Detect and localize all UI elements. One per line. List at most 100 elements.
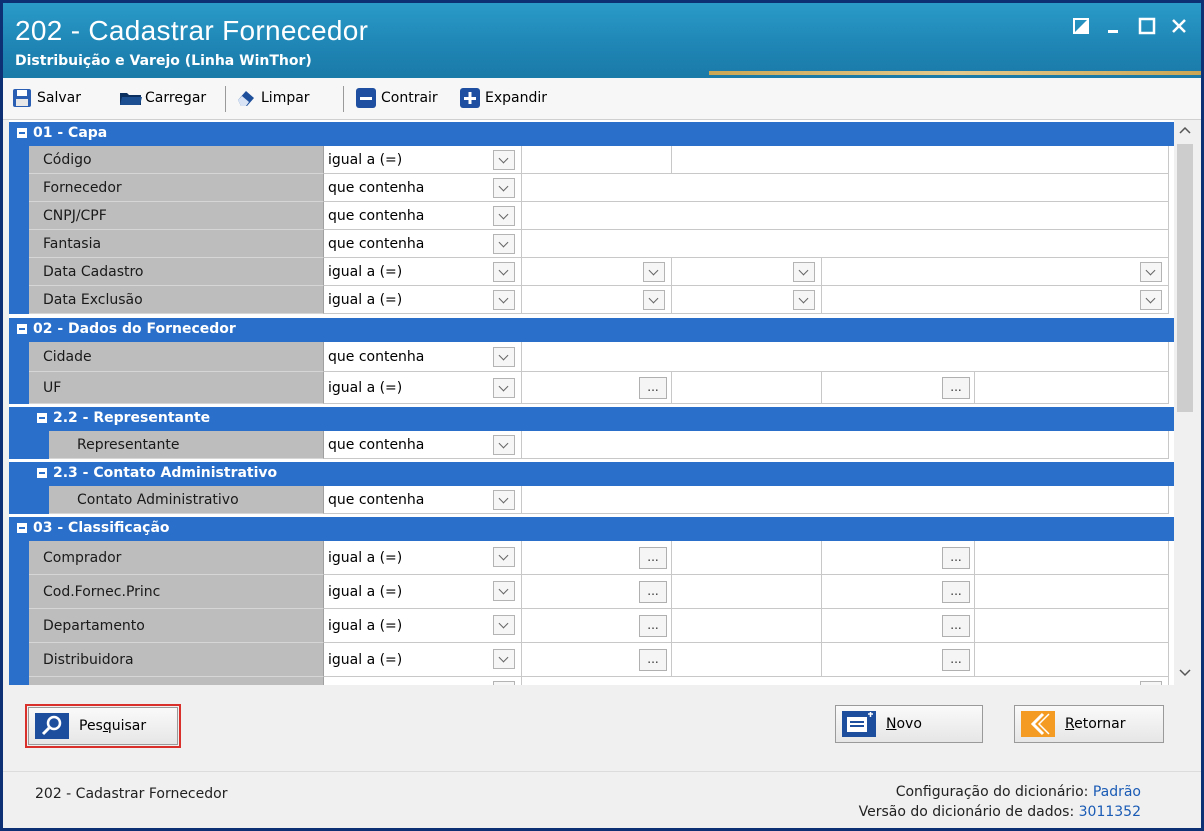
chevron-down-icon[interactable] — [493, 262, 515, 282]
operator-select[interactable] — [324, 677, 522, 685]
chevron-down-icon[interactable] — [793, 262, 815, 282]
chevron-down-icon[interactable] — [493, 547, 515, 567]
section-header-contato[interactable]: 2.3 - Contato Administrativo — [9, 462, 1174, 486]
value-desc-2 — [975, 372, 1169, 404]
chevron-down-icon[interactable] — [493, 347, 515, 367]
date-to-select[interactable] — [822, 258, 1169, 286]
collapse-box-icon[interactable] — [37, 413, 47, 423]
scrollbar-thumb[interactable] — [1177, 144, 1193, 412]
lookup-button[interactable]: ... — [639, 547, 667, 569]
clear-button[interactable]: Limpar — [235, 86, 310, 110]
collapse-button[interactable]: Contrair — [355, 86, 438, 110]
lookup-button[interactable]: ... — [942, 547, 970, 569]
chevron-down-icon[interactable] — [493, 435, 515, 455]
value-input-2[interactable] — [672, 146, 1169, 174]
collapse-box-icon[interactable] — [17, 324, 27, 334]
operator-select[interactable]: que contenha — [324, 230, 522, 258]
close-icon[interactable] — [1165, 17, 1193, 39]
load-button[interactable]: Carregar — [119, 86, 206, 110]
value-input-2[interactable]: ... — [822, 372, 975, 404]
operator-select[interactable]: igual a (=) — [324, 575, 522, 609]
value-input-2[interactable]: ... — [822, 609, 975, 643]
operator-select[interactable]: igual a (=) — [324, 541, 522, 575]
chevron-down-icon[interactable] — [493, 150, 515, 170]
chevron-up-icon[interactable] — [1179, 124, 1191, 138]
chevron-down-icon[interactable] — [643, 262, 665, 282]
operator-select[interactable]: igual a (=) — [324, 643, 522, 677]
value-input[interactable]: ... — [522, 541, 672, 575]
lookup-button[interactable]: ... — [639, 615, 667, 637]
operator-select[interactable]: igual a (=) — [324, 609, 522, 643]
lookup-button[interactable]: ... — [639, 377, 667, 399]
chevron-down-icon[interactable] — [493, 615, 515, 635]
operator-select[interactable]: igual a (=) — [324, 146, 522, 174]
time-from-select[interactable] — [672, 258, 822, 286]
search-button[interactable]: Pesquisar — [25, 704, 181, 748]
value-input[interactable] — [522, 342, 1169, 372]
window-subtitle: Distribuição e Varejo (Linha WinThor) — [15, 53, 312, 69]
lookup-button[interactable]: ... — [639, 649, 667, 671]
maximize-icon[interactable] — [1133, 17, 1161, 39]
section-header-dados-fornecedor[interactable]: 02 - Dados do Fornecedor — [9, 318, 1174, 342]
collapse-box-icon[interactable] — [17, 128, 27, 138]
chevron-down-icon[interactable] — [493, 178, 515, 198]
chevron-down-icon[interactable] — [493, 649, 515, 669]
date-from-select[interactable] — [522, 286, 672, 314]
save-button[interactable]: Salvar — [11, 86, 81, 110]
restore-icon[interactable] — [1067, 17, 1095, 39]
value-input[interactable]: ... — [522, 609, 672, 643]
operator-select[interactable]: que contenha — [324, 174, 522, 202]
chevron-down-icon[interactable] — [643, 290, 665, 310]
section-header-capa[interactable]: 01 - Capa — [9, 122, 1174, 146]
lookup-button[interactable]: ... — [942, 377, 970, 399]
collapse-box-icon[interactable] — [37, 468, 47, 478]
lookup-button[interactable]: ... — [639, 581, 667, 603]
value-input[interactable] — [522, 486, 1169, 514]
date-from-select[interactable] — [522, 258, 672, 286]
operator-select[interactable]: igual a (=) — [324, 258, 522, 286]
value-input[interactable] — [522, 230, 1169, 258]
chevron-down-icon[interactable] — [493, 206, 515, 226]
return-button[interactable]: Retornar — [1014, 705, 1164, 743]
value-input[interactable]: ... — [522, 372, 672, 404]
operator-select[interactable]: igual a (=) — [324, 286, 522, 314]
value-input[interactable]: ... — [522, 575, 672, 609]
operator-select[interactable]: que contenha — [324, 486, 522, 514]
lookup-button[interactable]: ... — [942, 649, 970, 671]
section-header-classificacao[interactable]: 03 - Classificação — [9, 517, 1174, 541]
title-bar: 202 - Cadastrar Fornecedor Distribuição … — [3, 3, 1201, 78]
value-input[interactable] — [522, 146, 672, 174]
chevron-down-icon[interactable] — [793, 290, 815, 310]
chevron-down-icon[interactable] — [1140, 290, 1162, 310]
chevron-down-icon[interactable] — [493, 378, 515, 398]
expand-button[interactable]: Expandir — [459, 86, 547, 110]
value-input-2[interactable]: ... — [822, 541, 975, 575]
lookup-button[interactable]: ... — [942, 581, 970, 603]
chevron-down-icon[interactable] — [493, 290, 515, 310]
chevron-down-icon[interactable] — [493, 490, 515, 510]
date-to-select[interactable] — [822, 286, 1169, 314]
chevron-down-icon[interactable] — [1140, 262, 1162, 282]
value-input-2[interactable]: ... — [822, 643, 975, 677]
chevron-down-icon[interactable] — [493, 581, 515, 601]
field-label: Código — [29, 146, 324, 174]
time-from-select[interactable] — [672, 286, 822, 314]
value-input[interactable] — [522, 174, 1169, 202]
new-button[interactable]: Novo — [835, 705, 983, 743]
operator-select[interactable]: que contenha — [324, 202, 522, 230]
lookup-button[interactable]: ... — [942, 615, 970, 637]
operator-select[interactable]: igual a (=) — [324, 372, 522, 404]
value-input[interactable]: ... — [522, 643, 672, 677]
operator-select[interactable]: que contenha — [324, 342, 522, 372]
minimize-icon[interactable] — [1099, 17, 1127, 39]
operator-select[interactable]: que contenha — [324, 431, 522, 459]
chevron-down-icon[interactable] — [1179, 667, 1191, 681]
value-input[interactable] — [522, 202, 1169, 230]
collapse-box-icon[interactable] — [17, 523, 27, 533]
vertical-scrollbar[interactable] — [1174, 120, 1196, 685]
section-header-representante[interactable]: 2.2 - Representante — [9, 407, 1174, 431]
value-input-2[interactable]: ... — [822, 575, 975, 609]
value-input[interactable] — [522, 677, 1169, 685]
value-input[interactable] — [522, 431, 1169, 459]
chevron-down-icon[interactable] — [493, 234, 515, 254]
